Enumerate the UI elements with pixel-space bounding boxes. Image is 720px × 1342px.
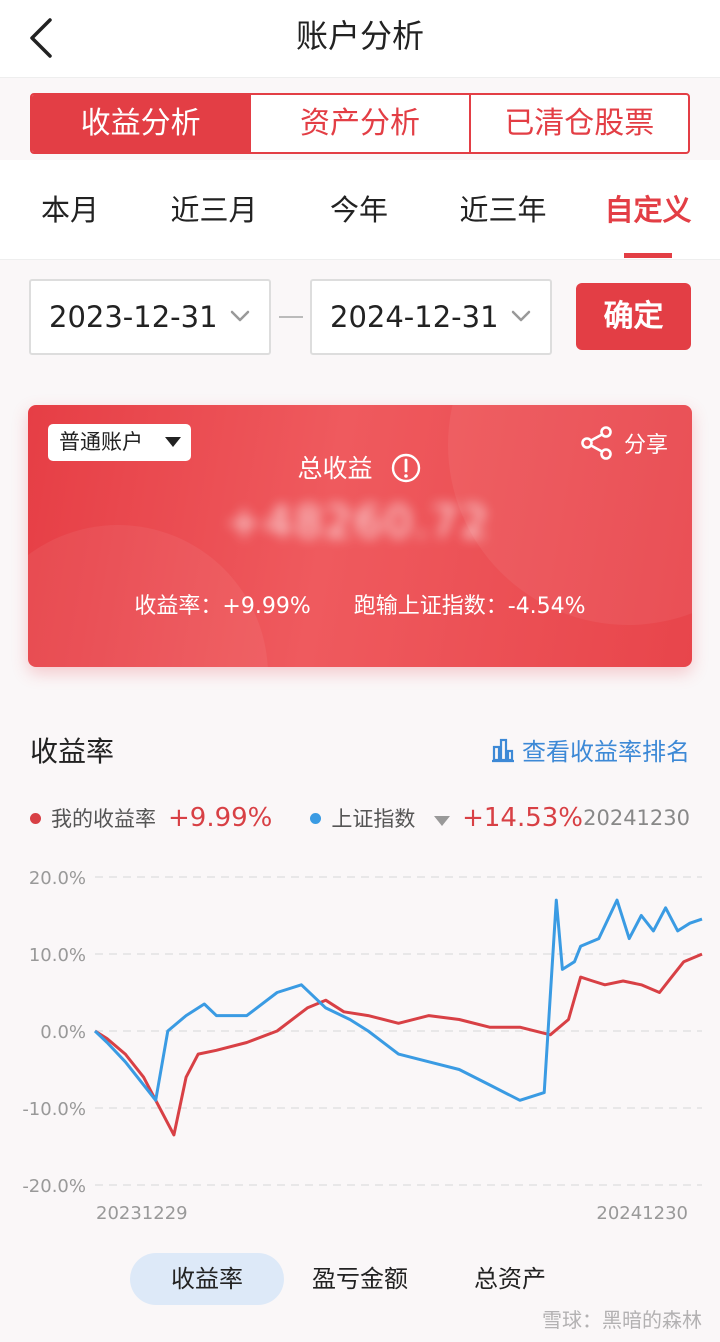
view-ranking-link[interactable]: 查看收益率排名 (490, 732, 690, 767)
start-date-value: 2023-12-31 (49, 300, 218, 334)
app-header: 账户分析 (0, 0, 720, 78)
range-tabs: 本月 近三月 今年 近三年 自定义 (0, 160, 720, 260)
page-title: 账户分析 (295, 17, 424, 55)
total-profit-value: +48260.72 (225, 497, 491, 548)
y-tick-label: 0.0% (40, 1022, 86, 1043)
total-profit-label: 总收益 (28, 449, 692, 485)
legend-date: 20241230 (583, 806, 690, 830)
series-line-index (93, 898, 703, 1102)
x-tick-label: 20241230 (596, 1203, 688, 1224)
index-legend-dot (310, 812, 322, 824)
tab-last-three-months[interactable]: 近三月 (144, 160, 284, 260)
analysis-segment-control: 收益分析 资产分析 已清仓股票 (30, 93, 690, 154)
index-legend-value: +14.53% (462, 803, 584, 833)
total-profit-label-text: 总收益 (297, 454, 373, 483)
tab-total-assets[interactable]: 总资产 (440, 1253, 580, 1305)
index-legend-label: 上证指数 (331, 807, 416, 831)
active-tab-indicator (624, 253, 672, 258)
y-tick-label: -10.0% (22, 1099, 86, 1120)
y-tick-label: -20.0% (22, 1176, 86, 1197)
caret-down-icon (434, 816, 451, 826)
confirm-button[interactable]: 确定 (576, 283, 691, 350)
end-date-picker[interactable]: 2024-12-31 (310, 279, 552, 355)
chevron-down-icon (511, 310, 531, 322)
start-date-picker[interactable]: 2023-12-31 (29, 279, 271, 355)
index-select[interactable]: 上证指数 (331, 803, 451, 833)
bar-chart-icon (492, 738, 514, 762)
chart-legend: 我的收益率 +9.99% 上证指数 +14.53% 20241230 (30, 798, 690, 838)
watermark: 雪球：黑暗的森林 (542, 1308, 702, 1332)
tab-this-year[interactable]: 今年 (289, 160, 429, 260)
y-tick-label: 20.0% (29, 868, 86, 889)
end-date-value: 2024-12-31 (330, 300, 499, 334)
mine-legend-dot (30, 812, 41, 824)
return-rate-chart[interactable]: 20.0% 10.0% 0.0% -10.0% -20.0% 20231229 202412… (0, 855, 720, 1235)
tab-this-month[interactable]: 本月 (0, 160, 140, 260)
vs-index-text: 跑输上证指数：-4.54% (353, 594, 586, 619)
card-stats: 收益率：+9.99% 跑输上证指数：-4.54% (28, 588, 692, 620)
mine-legend-value: +9.99% (168, 803, 273, 833)
date-range-separator (279, 316, 303, 318)
profit-summary-card: 普通账户 分享 总收益 +48260.72 收益率：+9.99% 跑输上证指数：… (28, 405, 692, 667)
segment-asset-analysis[interactable]: 资产分析 (249, 95, 468, 152)
segment-cleared-stocks[interactable]: 已清仓股票 (468, 95, 688, 152)
tab-profit-amount[interactable]: 盈亏金额 (290, 1253, 430, 1305)
mine-legend-label: 我的收益率 (51, 807, 156, 831)
tab-custom[interactable]: 自定义 (578, 160, 718, 260)
chart-mode-tabs: 收益率 盈亏金额 总资产 (0, 1253, 720, 1309)
view-ranking-label: 查看收益率排名 (522, 738, 690, 766)
caret-down-icon (165, 437, 181, 447)
y-tick-label: 10.0% (29, 945, 86, 966)
return-rate-text: 收益率：+9.99% (134, 594, 311, 619)
tab-return-rate[interactable]: 收益率 (130, 1253, 284, 1305)
section-title: 收益率 (30, 735, 115, 768)
x-tick-label: 20231229 (96, 1203, 188, 1224)
chevron-down-icon (230, 310, 250, 322)
tab-last-three-years[interactable]: 近三年 (433, 160, 573, 260)
segment-profit-analysis[interactable]: 收益分析 (32, 95, 250, 152)
info-icon[interactable] (390, 452, 422, 484)
